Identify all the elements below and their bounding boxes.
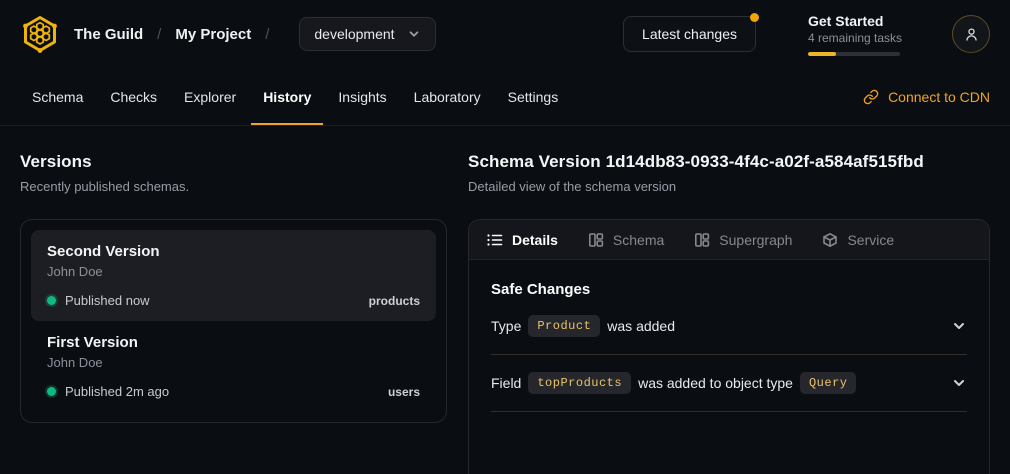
detail-content: Safe Changes Type Product was added Fiel… [469,260,989,412]
versions-panel: Versions Recently published schemas. Sec… [20,152,447,474]
change-text: was added to object type [638,375,793,391]
detail-tab-label: Supergraph [719,232,792,248]
user-icon [963,26,980,43]
tab-label: Checks [110,89,157,105]
version-status: Published now [47,293,150,308]
version-list-item[interactable]: Second Version John Doe Published now pr… [31,230,436,321]
change-code-badge: topProducts [528,372,631,394]
tab-label: Explorer [184,89,236,105]
versions-title: Versions [20,152,447,172]
tab-label: Schema [32,89,83,105]
tab-settings[interactable]: Settings [496,68,571,125]
main-content: Versions Recently published schemas. Sec… [0,126,1010,474]
schema-version-detail-card: Details Schema [468,219,990,474]
list-icon [487,232,503,248]
version-list: Second Version John Doe Published now pr… [20,219,447,423]
latest-changes-label: Latest changes [642,26,737,42]
breadcrumb-separator: / [157,26,161,43]
environment-dropdown[interactable]: development [299,17,435,51]
version-title: First Version [47,334,420,351]
tab-label: Settings [508,89,559,105]
tab-history[interactable]: History [251,68,323,125]
tab-label: Insights [338,89,386,105]
detail-tab-label: Details [512,232,558,248]
schema-version-panel: Schema Version 1d14db83-0933-4f4c-a02f-a… [468,152,990,474]
version-title: Second Version [47,243,420,260]
columns-icon [694,232,710,248]
link-icon [863,89,879,105]
cube-icon [822,232,838,248]
latest-changes-button[interactable]: Latest changes [623,16,756,52]
change-code-badge: Product [528,315,600,337]
version-author: John Doe [47,355,420,370]
version-status: Published 2m ago [47,384,169,399]
chevron-down-icon[interactable] [951,318,967,334]
get-started-progressbar [808,52,900,56]
detail-tab-label: Service [847,232,894,248]
detail-tabs: Details Schema [469,220,989,260]
breadcrumb-org[interactable]: The Guild [74,26,143,43]
breadcrumb-separator: / [265,26,269,43]
user-avatar-button[interactable] [952,15,990,53]
detail-tab-service[interactable]: Service [822,232,894,248]
published-status-dot [47,296,56,305]
tab-checks[interactable]: Checks [98,68,169,125]
detail-tab-schema[interactable]: Schema [588,232,664,248]
chevron-down-icon [407,27,421,41]
cdn-link-label: Connect to CDN [888,89,990,105]
progress-fill [808,52,836,56]
version-meta: Published now products [47,293,420,308]
tab-label: Laboratory [414,89,481,105]
safe-changes-heading: Safe Changes [491,281,967,298]
app-header: The Guild / My Project / development Lat… [0,0,1010,68]
main-nav: Schema Checks Explorer History Insights … [0,68,1010,126]
version-status-text: Published now [65,293,150,308]
version-list-item[interactable]: First Version John Doe Published 2m ago … [31,321,436,412]
get-started-subtitle: 4 remaining tasks [808,31,900,45]
chevron-down-icon[interactable] [951,375,967,391]
breadcrumb-project[interactable]: My Project [175,26,251,43]
tab-laboratory[interactable]: Laboratory [402,68,493,125]
change-text: Field [491,375,521,391]
environment-dropdown-value: development [314,26,394,42]
schema-version-title: Schema Version 1d14db83-0933-4f4c-a02f-a… [468,152,990,172]
get-started-widget[interactable]: Get Started 4 remaining tasks [808,13,900,56]
notification-dot [750,13,759,22]
change-code-badge: Query [800,372,857,394]
tab-schema[interactable]: Schema [20,68,95,125]
detail-tab-supergraph[interactable]: Supergraph [694,232,792,248]
tab-label: History [263,89,311,105]
version-service-name: users [388,385,420,399]
change-text: Type [491,318,521,334]
version-author: John Doe [47,264,420,279]
columns-icon [588,232,604,248]
schema-version-subtitle: Detailed view of the schema version [468,179,990,194]
detail-tab-label: Schema [613,232,664,248]
change-text: was added [607,318,675,334]
versions-subtitle: Recently published schemas. [20,179,447,194]
connect-to-cdn-link[interactable]: Connect to CDN [863,68,990,125]
get-started-title: Get Started [808,13,900,29]
tab-explorer[interactable]: Explorer [172,68,248,125]
version-meta: Published 2m ago users [47,384,420,399]
app-root: The Guild / My Project / development Lat… [0,0,1010,474]
change-row[interactable]: Type Product was added [491,298,967,355]
change-row[interactable]: Field topProducts was added to object ty… [491,355,967,412]
tab-insights[interactable]: Insights [326,68,398,125]
detail-tab-details[interactable]: Details [487,232,558,248]
version-service-name: products [369,294,420,308]
guild-logo-icon[interactable] [20,14,60,54]
version-status-text: Published 2m ago [65,384,169,399]
published-status-dot [47,387,56,396]
